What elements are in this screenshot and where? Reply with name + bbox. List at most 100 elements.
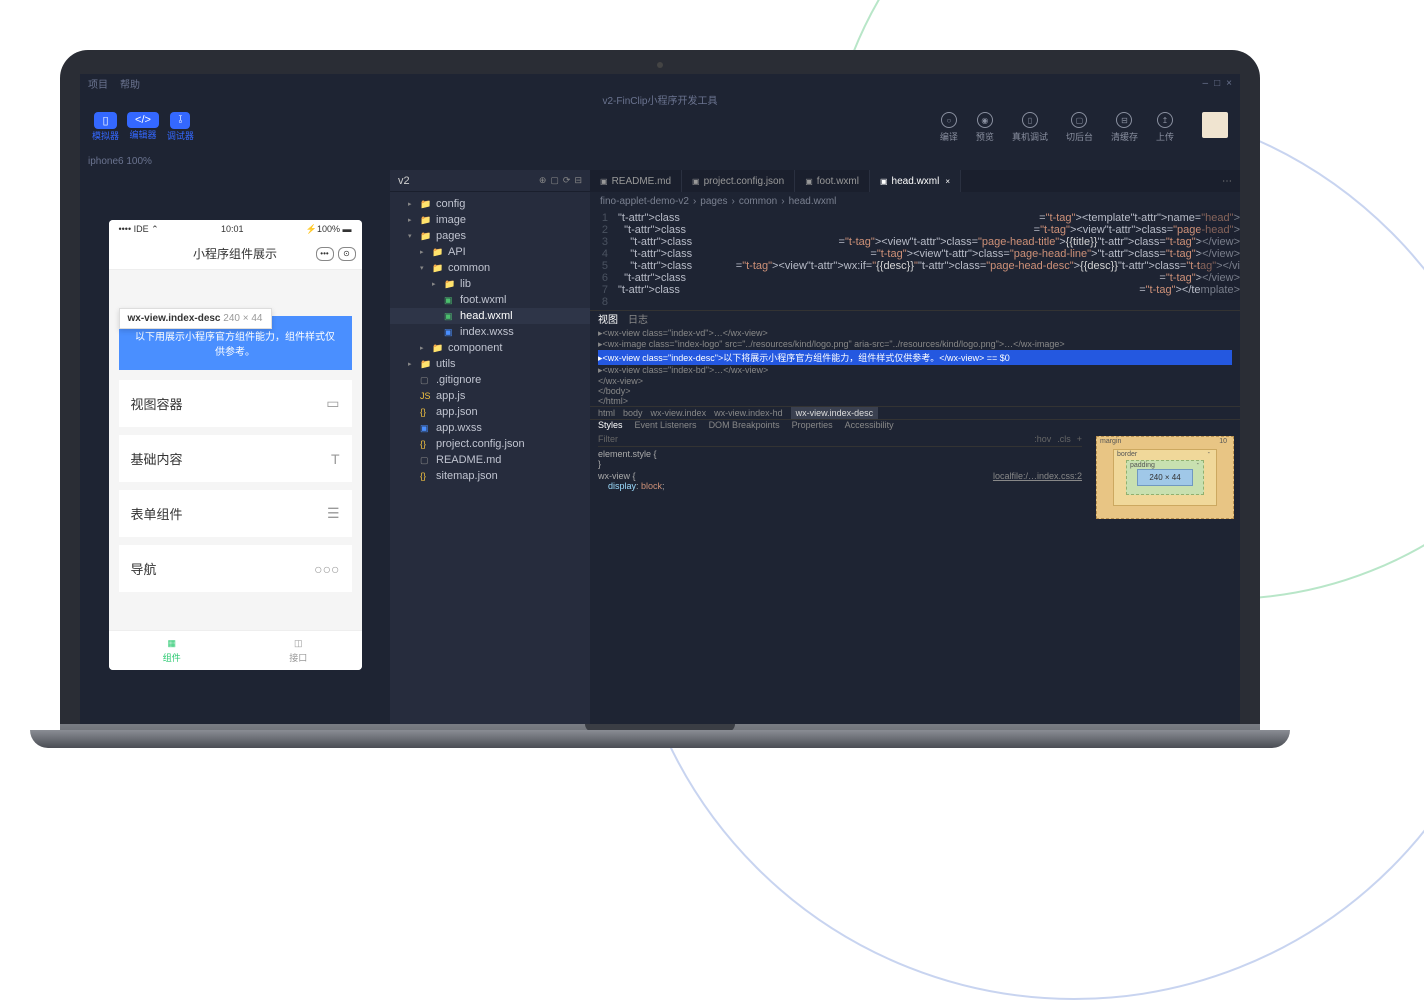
tree-node[interactable]: ▣index.wxss	[390, 324, 590, 340]
tree-node[interactable]: {}project.config.json	[390, 436, 590, 452]
tree-node[interactable]: ▸📁utils	[390, 356, 590, 372]
avatar[interactable]	[1202, 112, 1228, 138]
window-close-icon[interactable]: ×	[1226, 78, 1232, 89]
code-line[interactable]: "t-attr">class	[618, 284, 1139, 296]
dom-node[interactable]: ▸<wx-view class="index-vd">…</wx-view>	[598, 328, 1232, 339]
crumb-item[interactable]: fino-applet-demo-v2	[600, 196, 689, 207]
list-item[interactable]: 视图容器▭	[119, 380, 352, 427]
add-rule-button[interactable]: +	[1077, 434, 1082, 444]
file-icon: {}	[420, 439, 432, 449]
compile-button[interactable]: ○编译	[940, 112, 958, 143]
new-folder-icon[interactable]: ▢	[550, 175, 559, 186]
styles-tab[interactable]: Accessibility	[845, 420, 894, 430]
tree-node[interactable]: ▸📁lib	[390, 276, 590, 292]
window-max-icon[interactable]: □	[1214, 78, 1220, 89]
file-name: component	[448, 342, 502, 354]
crumb-item[interactable]: pages	[700, 196, 727, 207]
tree-node[interactable]: ▸📁config	[390, 196, 590, 212]
code-line[interactable]: "t-attr">class	[618, 236, 839, 248]
upload-button[interactable]: ↥上传	[1156, 112, 1174, 143]
tree-node[interactable]: ▾📁common	[390, 260, 590, 276]
dom-node[interactable]: </html>	[598, 396, 1232, 406]
tree-node[interactable]: JSapp.js	[390, 388, 590, 404]
editor-tab[interactable]: ▣project.config.json	[682, 170, 795, 192]
list-item[interactable]: 导航○○○	[119, 545, 352, 592]
editor-toggle[interactable]: </>	[127, 112, 159, 128]
styles-tab[interactable]: DOM Breakpoints	[709, 420, 780, 430]
styles-tab[interactable]: Styles	[598, 420, 623, 430]
tab-components[interactable]: ▦组件	[109, 631, 236, 670]
refresh-icon[interactable]: ⟳	[563, 175, 571, 186]
tree-node[interactable]: ▸📁image	[390, 212, 590, 228]
tree-node[interactable]: ▸📁API	[390, 244, 590, 260]
css-rule[interactable]: localfile:/…index.css:2wx-view {display:…	[598, 471, 1082, 491]
dom-node[interactable]: ▸<wx-view class="index-bd">…</wx-view>	[598, 365, 1232, 376]
clear-cache-button[interactable]: ⊟清缓存	[1111, 112, 1138, 143]
list-item[interactable]: 表单组件☰	[119, 490, 352, 537]
list-item[interactable]: 基础内容T	[119, 435, 352, 482]
editor-tab[interactable]: ▣foot.wxml	[795, 170, 870, 192]
file-icon: 📁	[432, 343, 444, 354]
dom-tree[interactable]: ▸<wx-view class="index-vd">…</wx-view>▸<…	[590, 326, 1240, 406]
dom-node[interactable]: </body>	[598, 386, 1232, 396]
code-line[interactable]: "t-attr">class	[618, 272, 1159, 284]
background-button[interactable]: ▢切后台	[1066, 112, 1093, 143]
dom-crumb[interactable]: body	[623, 408, 643, 418]
tree-node[interactable]: ▸📁component	[390, 340, 590, 356]
capsule-menu-icon[interactable]: •••	[316, 247, 334, 261]
preview-button[interactable]: ◉预览	[976, 112, 994, 143]
tree-node[interactable]: ▢.gitignore	[390, 372, 590, 388]
tree-node[interactable]: ▢README.md	[390, 452, 590, 468]
tree-node[interactable]: ▾📁pages	[390, 228, 590, 244]
dom-crumb[interactable]: html	[598, 408, 615, 418]
code-line[interactable]: "t-attr">class	[618, 260, 736, 272]
remote-debug-button[interactable]: ▯真机调试	[1012, 112, 1048, 143]
cls-button[interactable]: .cls	[1057, 434, 1071, 444]
close-icon[interactable]: ×	[945, 177, 950, 186]
editor-tab[interactable]: ▣head.wxml×	[870, 170, 961, 192]
editor-tab[interactable]: ▣README.md	[590, 170, 682, 192]
dom-node[interactable]: ▸<wx-image class="index-logo" src="../re…	[598, 339, 1232, 350]
tooltip-dims: 240 × 44	[223, 313, 262, 324]
menu-help[interactable]: 帮助	[120, 76, 140, 91]
code-line[interactable]: "t-attr">class	[618, 212, 1039, 224]
device-bar[interactable]: iphone6 100%	[80, 152, 1240, 170]
tree-node[interactable]: ▣app.wxss	[390, 420, 590, 436]
debugger-toggle[interactable]: ⫱	[170, 112, 190, 129]
styles-panel[interactable]: Filter :hov.cls+ element.style {}</span>…	[590, 430, 1090, 525]
simulator-toggle[interactable]: ▯	[94, 112, 116, 129]
filter-input[interactable]: Filter	[598, 434, 618, 444]
tree-node[interactable]: ▣foot.wxml	[390, 292, 590, 308]
breadcrumb: fino-applet-demo-v2 › pages › common › h…	[590, 192, 1240, 210]
dom-node[interactable]: ▸<wx-view class="index-desc">以下将展示小程序官方组…	[598, 350, 1232, 365]
crumb-item[interactable]: head.wxml	[789, 196, 837, 207]
tree-node[interactable]: {}app.json	[390, 404, 590, 420]
tab-log[interactable]: 日志	[628, 311, 648, 326]
tab-overflow[interactable]: ⋯	[1214, 170, 1240, 192]
code-line[interactable]: "t-attr">class	[618, 224, 1034, 236]
dom-crumb[interactable]: wx-view.index-desc	[791, 407, 879, 419]
menu-project[interactable]: 项目	[88, 76, 108, 91]
collapse-icon[interactable]: ⊟	[574, 175, 582, 186]
tree-node[interactable]: {}sitemap.json	[390, 468, 590, 484]
code-line[interactable]	[618, 296, 1240, 308]
styles-tab[interactable]: Event Listeners	[635, 420, 697, 430]
minimap[interactable]	[1200, 210, 1240, 300]
tab-view[interactable]: 视图	[598, 311, 618, 326]
styles-tab[interactable]: Properties	[792, 420, 833, 430]
hov-button[interactable]: :hov	[1034, 434, 1051, 444]
code-line[interactable]: "t-attr">class	[618, 248, 870, 260]
dom-crumb[interactable]: wx-view.index	[651, 408, 707, 418]
tab-api[interactable]: ◫接口	[235, 631, 362, 670]
file-name: README.md	[436, 454, 501, 466]
new-file-icon[interactable]: ⊕	[539, 175, 547, 186]
rule-source[interactable]: localfile:/…index.css:2	[993, 471, 1082, 481]
dom-crumb[interactable]: wx-view.index-hd	[714, 408, 783, 418]
code-editor[interactable]: 1"t-attr">class="t-tag"><template "t-att…	[590, 210, 1240, 310]
dom-node[interactable]: </wx-view>	[598, 376, 1232, 386]
css-rule[interactable]: element.style {}	[598, 449, 1082, 469]
window-min-icon[interactable]: –	[1203, 78, 1209, 89]
capsule-close-icon[interactable]: ⊙	[338, 247, 356, 261]
tree-node[interactable]: ▣head.wxml	[390, 308, 590, 324]
crumb-item[interactable]: common	[739, 196, 777, 207]
